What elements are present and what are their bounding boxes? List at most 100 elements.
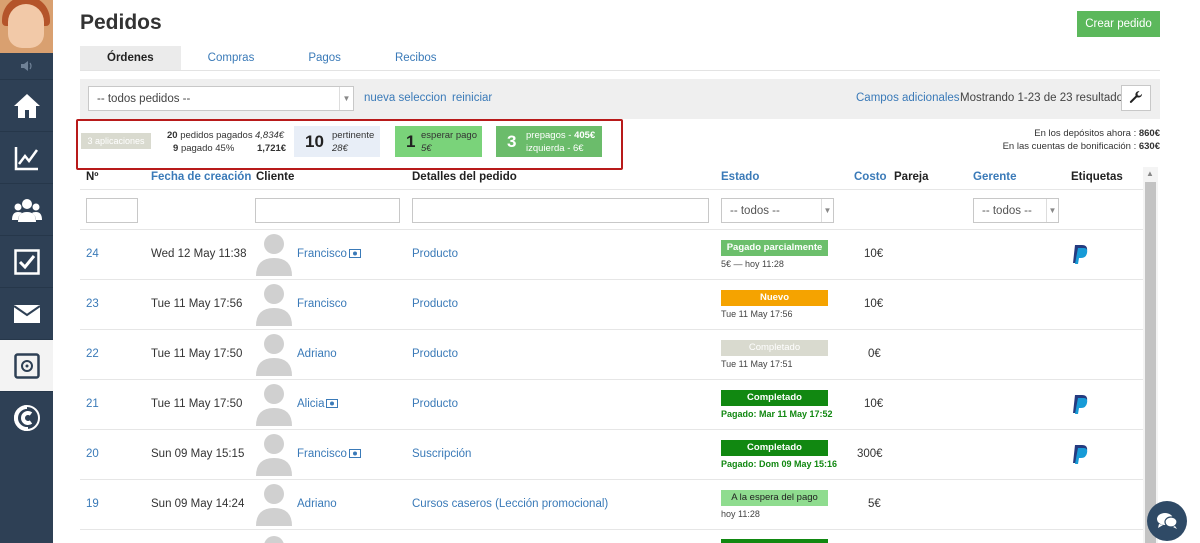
- avatar-placeholder-icon: [256, 334, 292, 376]
- order-date: Tue 11 May 17:50: [151, 398, 243, 410]
- order-cost: 10€: [864, 248, 884, 260]
- chart-icon[interactable]: [0, 131, 53, 183]
- tab-payments[interactable]: Pagos: [281, 46, 368, 70]
- order-details-link[interactable]: Producto: [412, 398, 458, 410]
- status-sub: hoy 11:28: [721, 509, 760, 519]
- order-date: Tue 11 May 17:50: [151, 348, 243, 360]
- order-date: Wed 12 May 11:38: [151, 248, 247, 260]
- order-date: Sun 09 May 14:24: [151, 498, 245, 510]
- order-cost: 10€: [864, 298, 884, 310]
- tab-orders[interactable]: Órdenes: [80, 46, 181, 70]
- details-filter-input[interactable]: [412, 198, 709, 223]
- order-number-link[interactable]: 24: [86, 248, 99, 260]
- row-divider: [80, 479, 1143, 480]
- card-icon: [326, 399, 339, 408]
- chat-logo-icon[interactable]: [0, 391, 53, 443]
- page-title: Pedidos: [80, 11, 162, 34]
- status-badge: Completado: [721, 340, 828, 356]
- user-avatar[interactable]: [0, 0, 53, 53]
- chevron-down-icon: ▼: [821, 199, 833, 222]
- order-details-link[interactable]: Producto: [412, 298, 458, 310]
- new-selection-link[interactable]: nueva seleccion: [364, 92, 446, 104]
- settings-button[interactable]: [1121, 85, 1151, 111]
- header-divider: [80, 189, 1143, 190]
- manager-filter-select[interactable]: -- todos -- ▼: [973, 198, 1059, 223]
- avatar-placeholder-icon: [256, 484, 292, 526]
- col-status[interactable]: Estado: [721, 171, 759, 183]
- tab-receipts[interactable]: Recibos: [368, 46, 464, 70]
- col-num: Nº: [86, 171, 99, 183]
- bonus-stat: En las cuentas de bonificación : 630€: [1002, 141, 1160, 152]
- mail-icon[interactable]: [0, 287, 53, 339]
- home-icon[interactable]: [0, 79, 53, 131]
- status-badge: [721, 539, 828, 543]
- card-icon: [348, 249, 361, 258]
- chat-button[interactable]: [1147, 501, 1187, 541]
- users-icon[interactable]: [0, 183, 53, 235]
- client-link[interactable]: Adriano: [297, 498, 337, 510]
- num-filter-input[interactable]: [86, 198, 138, 223]
- client-filter-input[interactable]: [255, 198, 400, 223]
- paid-pct-stat[interactable]: 9 pagado 45%: [173, 143, 234, 154]
- row-divider: [80, 529, 1143, 530]
- create-order-button[interactable]: Crear pedido: [1077, 11, 1160, 37]
- order-cost: 5€: [868, 498, 881, 510]
- scrollbar-thumb[interactable]: [1145, 182, 1156, 543]
- pertinent-label: pertinente: [332, 130, 375, 141]
- order-cost: 10€: [864, 398, 884, 410]
- extra-fields-link[interactable]: Campos adicionales: [856, 92, 960, 104]
- waiting-amount: 5€: [421, 143, 432, 154]
- avatar-placeholder-icon: [256, 284, 292, 326]
- filter-bar: -- todos pedidos -- ▼ nueva seleccion re…: [80, 79, 1160, 119]
- order-number-link[interactable]: 20: [86, 448, 99, 460]
- chevron-down-icon: ▼: [339, 87, 353, 110]
- safe-icon[interactable]: [0, 339, 53, 391]
- sound-icon[interactable]: [0, 53, 53, 79]
- pertinent-amount: 28€: [332, 143, 348, 154]
- row-divider: [80, 329, 1143, 330]
- client-link[interactable]: Alicia: [297, 398, 339, 410]
- avatar-placeholder-icon: [256, 234, 292, 276]
- status-sub: Tue 11 May 17:51: [721, 359, 793, 369]
- chat-icon: [1157, 513, 1178, 529]
- order-number-link[interactable]: 19: [86, 498, 99, 510]
- order-details-link[interactable]: Producto: [412, 248, 458, 260]
- client-link[interactable]: Francisco: [297, 248, 361, 260]
- order-details-link[interactable]: Producto: [412, 348, 458, 360]
- order-number-link[interactable]: 21: [86, 398, 99, 410]
- reset-link[interactable]: reiniciar: [452, 92, 492, 104]
- order-cost: 0€: [868, 348, 881, 360]
- order-number-link[interactable]: 23: [86, 298, 99, 310]
- apps-badge[interactable]: 3 aplicaciones: [81, 133, 151, 149]
- scroll-up-icon[interactable]: ▲: [1146, 169, 1154, 178]
- avatar-placeholder-icon: [256, 434, 292, 476]
- paypal-icon: [1073, 245, 1088, 264]
- order-cost: 300€: [857, 448, 883, 460]
- order-details-link[interactable]: Suscripción: [412, 448, 471, 460]
- sidebar: [0, 0, 53, 543]
- order-details-link[interactable]: Cursos caseros (Lección promocional): [412, 498, 608, 510]
- tasks-icon[interactable]: [0, 235, 53, 287]
- client-link[interactable]: Francisco: [297, 298, 347, 310]
- tabs: Órdenes Compras Pagos Recibos: [80, 46, 1160, 71]
- waiting-label: esperar pago: [421, 130, 477, 141]
- paypal-icon: [1073, 445, 1088, 464]
- col-manager[interactable]: Gerente: [973, 171, 1016, 183]
- wrench-icon: [1129, 91, 1143, 103]
- prepaid-left: izquierda - 6€: [526, 143, 584, 154]
- order-filter-select[interactable]: -- todos pedidos -- ▼: [88, 86, 354, 111]
- col-created[interactable]: Fecha de creación: [151, 171, 251, 183]
- tab-purchases[interactable]: Compras: [181, 46, 282, 70]
- order-number-link[interactable]: 22: [86, 348, 99, 360]
- status-badge: Pagado parcialmente: [721, 240, 828, 256]
- client-link[interactable]: Adriano: [297, 348, 337, 360]
- col-pair: Pareja: [894, 171, 929, 183]
- client-link[interactable]: Francisco: [297, 448, 361, 460]
- status-sub: 5€ — hoy 11:28: [721, 259, 784, 269]
- status-filter-select[interactable]: -- todos -- ▼: [721, 198, 834, 223]
- pertinent-count: 10: [305, 132, 324, 151]
- row-divider: [80, 429, 1143, 430]
- col-cost[interactable]: Costo: [854, 171, 887, 183]
- paid-orders-stat[interactable]: 20 pedidos pagados: [167, 130, 253, 141]
- card-icon: [348, 449, 361, 458]
